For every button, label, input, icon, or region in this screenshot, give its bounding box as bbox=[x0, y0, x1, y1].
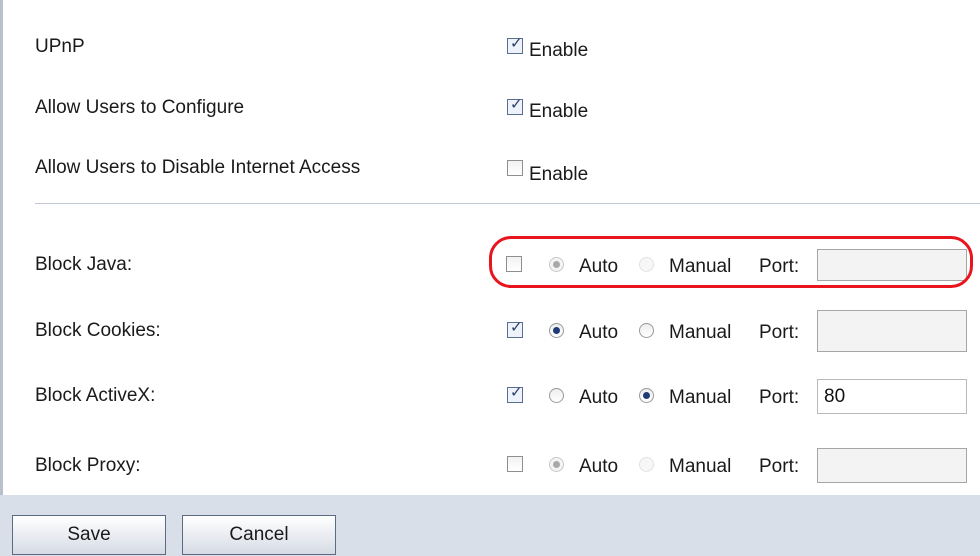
block-java-auto-label: Auto bbox=[579, 256, 619, 277]
allow-configure-row: Allow Users to Configure ✓ Enable bbox=[3, 96, 980, 137]
section-divider bbox=[35, 203, 980, 204]
block-java-row: Block Java: Auto Manual Port: bbox=[3, 249, 980, 294]
block-proxy-checkbox[interactable] bbox=[507, 456, 523, 472]
block-activex-manual-radio[interactable] bbox=[639, 388, 654, 403]
checkmark-icon: ✓ bbox=[510, 319, 523, 336]
block-activex-port-label: Port: bbox=[759, 387, 800, 408]
block-proxy-auto-label: Auto bbox=[579, 456, 619, 477]
settings-panel: UPnP ✓ Enable Allow Users to Configure ✓… bbox=[3, 0, 980, 495]
upnp-row: UPnP ✓ Enable bbox=[3, 35, 980, 76]
upnp-enable-checkbox[interactable]: ✓ bbox=[507, 35, 523, 54]
block-java-label: Block Java: bbox=[35, 254, 133, 275]
block-java-manual-label: Manual bbox=[669, 256, 732, 277]
allow-disable-internet-row: Allow Users to Disable Internet Access E… bbox=[3, 157, 980, 197]
block-cookies-checkbox[interactable]: ✓ bbox=[507, 319, 523, 338]
save-button[interactable]: Save bbox=[12, 515, 166, 555]
block-activex-label: Block ActiveX: bbox=[35, 385, 156, 406]
block-cookies-row: Block Cookies: ✓ Auto Manual Port: bbox=[3, 310, 980, 360]
allow-configure-label: Allow Users to Configure bbox=[35, 97, 245, 118]
block-proxy-row: Block Proxy: Auto Manual Port: bbox=[3, 448, 980, 495]
block-cookies-auto-radio[interactable] bbox=[549, 323, 564, 338]
upnp-enable-label: Enable bbox=[529, 40, 589, 61]
block-java-checkbox[interactable] bbox=[506, 256, 522, 272]
block-java-port-label: Port: bbox=[759, 256, 800, 277]
cancel-button[interactable]: Cancel bbox=[182, 515, 336, 555]
block-activex-auto-label: Auto bbox=[579, 387, 619, 408]
block-java-auto-radio[interactable] bbox=[549, 257, 564, 272]
block-java-port-input[interactable] bbox=[817, 249, 967, 281]
allow-disable-internet-label: Allow Users to Disable Internet Access bbox=[35, 157, 361, 178]
upnp-label: UPnP bbox=[35, 36, 85, 57]
block-proxy-label: Block Proxy: bbox=[35, 455, 141, 476]
allow-configure-checkbox[interactable]: ✓ bbox=[507, 96, 523, 115]
block-proxy-auto-radio[interactable] bbox=[549, 457, 564, 472]
checkmark-icon: ✓ bbox=[510, 384, 523, 401]
block-cookies-manual-radio[interactable] bbox=[639, 323, 654, 338]
block-cookies-port-label: Port: bbox=[759, 322, 800, 343]
allow-disable-internet-checkbox[interactable] bbox=[507, 160, 523, 176]
block-cookies-manual-label: Manual bbox=[669, 322, 732, 343]
block-proxy-port-label: Port: bbox=[759, 456, 800, 477]
block-cookies-label: Block Cookies: bbox=[35, 320, 161, 341]
block-activex-manual-label: Manual bbox=[669, 387, 732, 408]
block-cookies-auto-label: Auto bbox=[579, 322, 619, 343]
block-activex-checkbox[interactable]: ✓ bbox=[507, 384, 523, 403]
block-java-manual-radio[interactable] bbox=[639, 257, 654, 272]
checkmark-icon: ✓ bbox=[510, 35, 523, 52]
block-proxy-manual-radio[interactable] bbox=[639, 457, 654, 472]
block-activex-row: Block ActiveX: ✓ Auto Manual Port: bbox=[3, 379, 980, 425]
block-activex-port-input[interactable] bbox=[817, 379, 967, 414]
block-cookies-port-input[interactable] bbox=[817, 310, 967, 352]
allow-configure-enable-label: Enable bbox=[529, 101, 589, 122]
checkmark-icon: ✓ bbox=[510, 96, 523, 113]
block-proxy-port-input[interactable] bbox=[817, 448, 967, 483]
block-activex-auto-radio[interactable] bbox=[549, 388, 564, 403]
block-proxy-manual-label: Manual bbox=[669, 456, 732, 477]
allow-disable-internet-enable-label: Enable bbox=[529, 164, 589, 185]
